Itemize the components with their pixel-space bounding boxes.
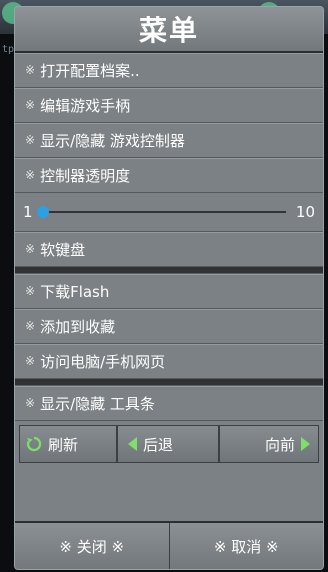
slider-thumb[interactable] bbox=[36, 206, 49, 218]
forward-label: 向前 bbox=[264, 435, 295, 454]
download-flash-item[interactable]: ※ 下载Flash bbox=[15, 274, 323, 309]
slider-min-label: 1 bbox=[23, 203, 33, 221]
navigation-row: 刷新 后退 向前 bbox=[19, 425, 319, 463]
opacity-slider[interactable] bbox=[36, 206, 286, 218]
menu-item-label: 打开配置档案.. bbox=[40, 61, 140, 80]
background-url-fragment: tp bbox=[2, 44, 15, 55]
bullet-mark-icon: ※ bbox=[25, 354, 36, 368]
toggle-toolbar-item[interactable]: ※ 显示/隐藏 工具条 bbox=[15, 386, 323, 421]
menu-item-label: 显示/隐藏 工具条 bbox=[40, 394, 155, 413]
refresh-button[interactable]: 刷新 bbox=[19, 425, 117, 463]
section-divider bbox=[15, 267, 323, 274]
forward-arrow-icon bbox=[301, 437, 310, 451]
controller-opacity-item: ※ 控制器透明度 bbox=[15, 158, 323, 193]
menu-item-label: 下载Flash bbox=[40, 282, 110, 301]
visit-webpage-item[interactable]: ※ 访问电脑/手机网页 bbox=[15, 344, 323, 379]
opacity-slider-row: 1 10 bbox=[15, 193, 323, 232]
add-favorite-item[interactable]: ※ 添加到收藏 bbox=[15, 309, 323, 344]
refresh-label: 刷新 bbox=[48, 435, 79, 454]
menu-item-label: 显示/隐藏 游戏控制器 bbox=[40, 131, 185, 150]
menu-item-label: 添加到收藏 bbox=[40, 317, 116, 336]
forward-button[interactable]: 向前 bbox=[219, 425, 319, 463]
bullet-mark-icon: ※ bbox=[25, 242, 36, 256]
section-divider bbox=[15, 379, 323, 386]
close-button[interactable]: ※ 关闭 ※ bbox=[15, 523, 170, 569]
menu-item-label: 编辑游戏手柄 bbox=[40, 96, 131, 115]
menu-dialog: 菜单 ※ 打开配置档案.. ※ 编辑游戏手柄 ※ 显示/隐藏 游戏控制器 ※ 控… bbox=[14, 6, 324, 570]
menu-title: 菜单 bbox=[15, 7, 323, 53]
dialog-button-row: ※ 关闭 ※ ※ 取消 ※ bbox=[15, 521, 323, 569]
cancel-button[interactable]: ※ 取消 ※ bbox=[169, 523, 323, 569]
bullet-mark-icon: ※ bbox=[25, 396, 36, 410]
refresh-icon bbox=[26, 436, 42, 452]
bullet-mark-icon: ※ bbox=[25, 319, 36, 333]
menu-item-label: 控制器透明度 bbox=[40, 166, 131, 185]
edit-gamepad-item[interactable]: ※ 编辑游戏手柄 bbox=[15, 88, 323, 123]
bullet-mark-icon: ※ bbox=[25, 284, 36, 298]
bullet-mark-icon: ※ bbox=[25, 98, 36, 112]
back-arrow-icon bbox=[128, 437, 137, 451]
bullet-mark-icon: ※ bbox=[25, 168, 36, 182]
back-button[interactable]: 后退 bbox=[117, 425, 219, 463]
slider-max-label: 10 bbox=[295, 203, 315, 221]
bullet-mark-icon: ※ bbox=[25, 133, 36, 147]
toggle-game-controller-item[interactable]: ※ 显示/隐藏 游戏控制器 bbox=[15, 123, 323, 158]
bullet-mark-icon: ※ bbox=[25, 63, 36, 77]
menu-item-label: 软键盘 bbox=[40, 240, 86, 259]
soft-keyboard-item[interactable]: ※ 软键盘 bbox=[15, 232, 323, 267]
menu-item-label: 访问电脑/手机网页 bbox=[40, 352, 166, 371]
open-profile-item[interactable]: ※ 打开配置档案.. bbox=[15, 53, 323, 88]
back-label: 后退 bbox=[143, 435, 174, 454]
